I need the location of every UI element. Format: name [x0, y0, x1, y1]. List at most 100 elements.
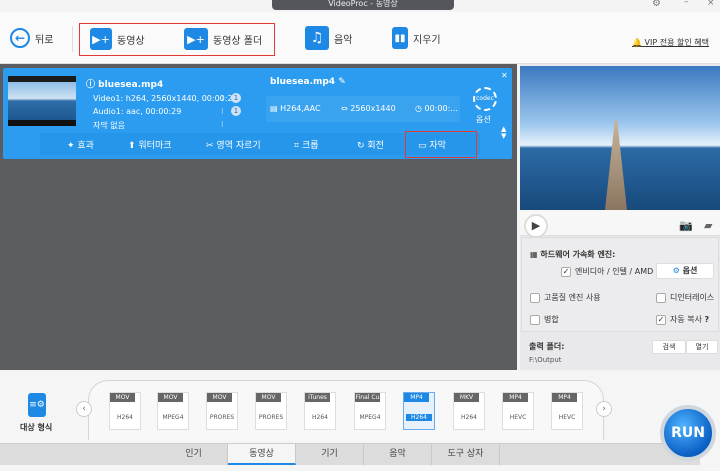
format-container-label: MKV	[454, 393, 479, 402]
tab-3[interactable]: 음악	[364, 444, 432, 465]
format-codec-label: H264	[117, 414, 133, 421]
tab-1[interactable]: 동영상	[228, 444, 296, 465]
back-button[interactable]: ← 뒤로	[10, 28, 53, 48]
audio-track-badge: 1	[231, 106, 241, 116]
output-folder-path: F:\Output	[529, 356, 562, 364]
codec-text: H264,AAC	[280, 104, 321, 113]
format-codec-label: MPEG4	[359, 414, 381, 421]
video-track-badge: 1	[231, 93, 241, 103]
effect-button[interactable]: ✦ 효과	[67, 138, 94, 151]
crop-button[interactable]: ⌗ 크롭	[294, 138, 319, 151]
video-thumbnail[interactable]	[8, 76, 76, 126]
format-codec-label: MPEG4	[162, 414, 184, 421]
help-icon[interactable]: ?	[705, 315, 710, 324]
run-button[interactable]: RUN	[660, 405, 716, 461]
format-container-label: MP4	[552, 393, 577, 402]
resolution-info: ⇔ 2560x1440	[341, 104, 396, 113]
play-button[interactable]: ▶	[524, 214, 548, 238]
tab-2[interactable]: 기기	[296, 444, 364, 465]
tab-4[interactable]: 도구 상자	[432, 444, 500, 465]
video-track-info: Video1: h264, 2560x1440, 00:00:29	[93, 94, 238, 103]
hw-option-label: 엔비디아 / 인텔 / AMD	[575, 267, 654, 276]
format-item[interactable]: MOV PRORES	[206, 392, 238, 430]
cut-label: 영역 자르기	[216, 141, 261, 151]
folder-add-icon: ▶+	[184, 28, 208, 50]
video-track-select[interactable]: ⁝	[221, 94, 224, 103]
rotate-label: 회전	[367, 141, 384, 151]
deinterlace-checkbox[interactable]: 디인터레이스	[656, 292, 714, 303]
format-codec-label: H264	[406, 414, 432, 421]
output-name-text: bluesea.mp4	[270, 77, 336, 87]
hw-accel-title: ▦ 하드웨어 가속화 엔진:	[530, 249, 615, 260]
chip-icon: ▦	[530, 250, 538, 259]
clear-button[interactable]: ▮▮ 지우기	[392, 27, 441, 49]
format-container-label: MOV	[207, 393, 232, 402]
edit-pencil-icon[interactable]: ✎	[338, 77, 346, 87]
resolution-text: 2560x1440	[350, 104, 396, 113]
format-codec-label: H264	[461, 414, 477, 421]
reorder-arrows-icon[interactable]: ▲ ▼	[501, 126, 506, 140]
output-file-name[interactable]: bluesea.mp4 ✎	[270, 77, 346, 87]
output-folder-label: 출력 폴더:	[529, 342, 565, 351]
watermark-button[interactable]: ⬆ 워터마크	[128, 138, 172, 151]
info-icon[interactable]: ⓘ	[86, 80, 95, 90]
window-title: VideoProc - 동영상	[272, 0, 454, 10]
format-container-label: MOV	[256, 393, 281, 402]
rotate-button[interactable]: ↻ 회전	[357, 138, 384, 151]
hw-option-btn-label: 옵션	[682, 266, 698, 275]
merge-label: 병합	[544, 315, 559, 324]
format-container-label: MOV	[110, 393, 135, 402]
codec-info: ▤ H264,AAC	[270, 104, 321, 113]
add-video-label: 동영상	[117, 35, 145, 47]
add-music-button[interactable]: ♫ 음악	[305, 26, 352, 50]
vip-link[interactable]: 🔔 VIP 전용 할인 혜택	[632, 37, 709, 48]
format-item[interactable]: MOV PRORES	[255, 392, 287, 430]
tab-0[interactable]: 인기	[160, 444, 228, 465]
target-format-label: 대상 형식	[20, 423, 53, 432]
remove-item-icon[interactable]: ✕	[501, 71, 508, 80]
high-quality-label: 고품질 엔진 사용	[544, 293, 601, 302]
bell-icon: 🔔	[632, 38, 642, 47]
subtitle-button[interactable]: ▭ 자막	[418, 138, 446, 151]
add-video-button[interactable]: ▶+ 동영상	[90, 28, 145, 50]
format-item[interactable]: MOV MPEG4	[157, 392, 189, 430]
duration-text: 00:00:...	[424, 104, 458, 113]
close-window-button[interactable]: ×	[707, 0, 715, 8]
format-item[interactable]: MP4 HEVC	[502, 392, 534, 430]
autocopy-label: 자동 복사	[670, 315, 702, 324]
add-folder-label: 동영상 폴더	[213, 35, 263, 47]
settings-icon[interactable]: ⚙	[652, 0, 661, 9]
hw-accel-checkbox[interactable]: ✓ 엔비디아 / 인텔 / AMD	[561, 266, 653, 277]
audio-track-info: Audio1: aac, 00:00:29	[93, 107, 182, 116]
checkbox-box	[530, 292, 540, 303]
audio-track-select[interactable]: ⁝	[221, 107, 224, 116]
format-item[interactable]: MOV H264	[109, 392, 141, 430]
format-codec-label: HEVC	[558, 414, 576, 421]
open-folder-icon[interactable]: ▰	[704, 219, 712, 232]
hw-title-text: 하드웨어 가속화 엔진:	[540, 250, 616, 259]
snapshot-camera-icon[interactable]: 📷	[679, 219, 693, 232]
codec-gear-icon[interactable]: codec	[473, 87, 497, 111]
format-next-button[interactable]: ›	[596, 401, 612, 417]
minimize-button[interactable]: –	[684, 0, 689, 7]
format-prev-button[interactable]: ‹	[76, 401, 92, 417]
clear-label: 지우기	[413, 34, 441, 46]
codec-option-label[interactable]: 옵션	[476, 114, 491, 125]
add-music-label: 음악	[334, 34, 353, 46]
format-codec-label: H264	[312, 414, 328, 421]
format-item[interactable]: iTunes H264	[304, 392, 336, 430]
open-button[interactable]: 열기	[686, 340, 718, 354]
add-video-folder-button[interactable]: ▶+ 동영상 폴더	[184, 28, 262, 50]
hw-option-button[interactable]: ⚙ 옵션	[656, 263, 714, 279]
subtitle-label: 자막	[429, 141, 446, 151]
browse-button[interactable]: 검색	[652, 340, 686, 354]
format-item[interactable]: MKV H264	[453, 392, 485, 430]
autocopy-checkbox[interactable]: ✓ 자동 복사 ?	[656, 314, 709, 325]
merge-checkbox[interactable]: 병합	[530, 314, 559, 325]
subtitle-select[interactable]: ⁝	[221, 120, 224, 129]
high-quality-checkbox[interactable]: 고품질 엔진 사용	[530, 292, 601, 303]
format-item[interactable]: MP4 H264	[403, 392, 435, 430]
format-item[interactable]: Final Cu MPEG4	[354, 392, 386, 430]
cut-button[interactable]: ✂ 영역 자르기	[206, 138, 261, 151]
format-item[interactable]: MP4 HEVC	[551, 392, 583, 430]
